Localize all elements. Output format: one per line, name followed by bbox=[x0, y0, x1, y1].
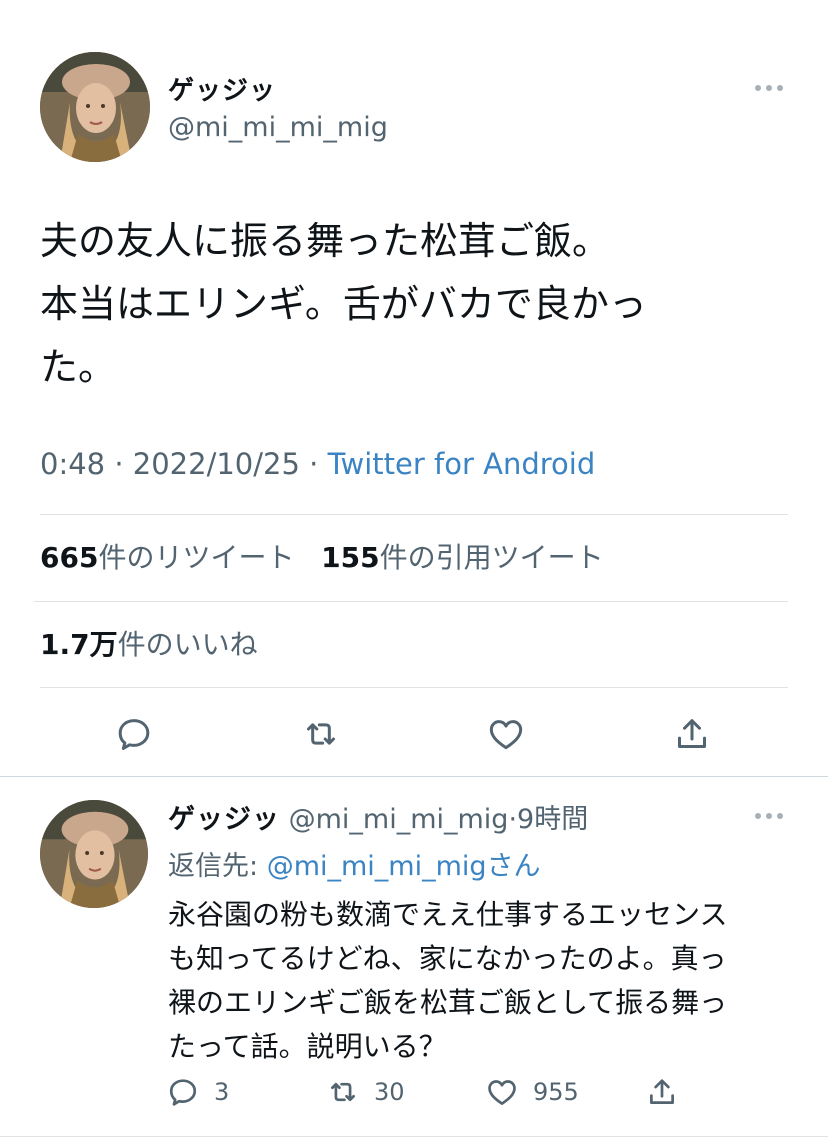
reply-avatar[interactable] bbox=[40, 800, 148, 908]
avatar[interactable] bbox=[40, 52, 150, 162]
likes-label: 件のいいね bbox=[117, 628, 258, 661]
section-divider bbox=[0, 776, 828, 777]
reply-author-name[interactable]: ゲッジッ bbox=[168, 804, 280, 835]
likes-link[interactable]: 1.7万件のいいね bbox=[40, 623, 258, 663]
divider bbox=[34, 601, 788, 602]
reply-share-button[interactable] bbox=[645, 1068, 679, 1116]
more-options-icon[interactable] bbox=[755, 811, 785, 821]
avatar-image bbox=[40, 52, 150, 162]
author-name[interactable]: ゲッジッ bbox=[168, 70, 276, 107]
tweet-client-link[interactable]: Twitter for Android bbox=[328, 447, 596, 481]
heart-icon bbox=[488, 1080, 516, 1105]
retweet-stats: 665件のリツイート 155件の引用ツイート bbox=[40, 536, 604, 576]
like-button[interactable] bbox=[480, 708, 532, 760]
reply-header: ゲッジッ @mi_mi_mi_mig·9時間 bbox=[168, 797, 588, 836]
meta-separator: · bbox=[508, 804, 518, 835]
reply-icon bbox=[118, 719, 150, 750]
reply-button[interactable] bbox=[108, 708, 160, 760]
quotes-count: 155 bbox=[321, 541, 380, 574]
retweets-label: 件のリツイート bbox=[98, 541, 295, 574]
tweet-actions bbox=[0, 708, 828, 760]
share-icon bbox=[650, 1079, 674, 1104]
meta-separator: · bbox=[114, 447, 124, 481]
reply-icon bbox=[169, 1079, 197, 1106]
share-button[interactable] bbox=[666, 708, 718, 760]
reply-to-prefix: 返信先: bbox=[168, 851, 259, 882]
reply-reply-button[interactable]: 3 bbox=[166, 1068, 229, 1116]
reply-to-handle[interactable]: @mi_mi_mi_mig bbox=[267, 851, 487, 882]
tweet-date: 2022/10/25 bbox=[132, 447, 300, 481]
meta-separator: · bbox=[309, 447, 319, 481]
avatar-image bbox=[40, 800, 148, 908]
retweets-link[interactable]: 665件のリツイート bbox=[40, 541, 294, 574]
quotes-label: 件の引用ツイート bbox=[379, 541, 604, 574]
more-options-icon[interactable] bbox=[755, 83, 785, 93]
divider bbox=[40, 687, 788, 688]
like-count: 955 bbox=[533, 1078, 579, 1106]
reply-time[interactable]: 9時間 bbox=[517, 804, 588, 835]
reply-text: 永谷園の粉も数滴でええ仕事するエッセンス も知ってるけどね、家になかったのよ。真… bbox=[168, 898, 728, 1063]
divider bbox=[0, 1136, 828, 1137]
likes-count: 1.7万 bbox=[40, 628, 118, 661]
replying-to: 返信先: @mi_mi_mi_migさん bbox=[168, 844, 541, 883]
reply-count: 3 bbox=[214, 1078, 230, 1106]
tweet-text: 夫の友人に振る舞った松茸ご飯。 本当はエリンギ。舌がバカで良かっ た。 bbox=[40, 219, 647, 389]
retweet-count: 30 bbox=[374, 1078, 405, 1106]
quotes-link[interactable]: 155件の引用ツイート bbox=[321, 541, 603, 574]
author-handle[interactable]: @mi_mi_mi_mig bbox=[168, 112, 388, 143]
divider bbox=[40, 514, 788, 515]
share-icon bbox=[678, 719, 706, 748]
reply-retweet-button[interactable]: 30 bbox=[326, 1068, 405, 1116]
reply-actions: 3 30 955 bbox=[0, 1068, 828, 1116]
reply-to-suffix: さん bbox=[486, 851, 541, 882]
retweet-button[interactable] bbox=[295, 708, 347, 760]
reply-author-handle[interactable]: @mi_mi_mi_mig bbox=[289, 804, 509, 835]
tweet-time: 0:48 bbox=[40, 447, 106, 481]
retweets-count: 665 bbox=[40, 541, 99, 574]
heart-icon bbox=[489, 720, 523, 750]
tweet-meta: 0:48 · 2022/10/25 · Twitter for Android bbox=[40, 447, 595, 481]
retweet-icon bbox=[307, 723, 335, 745]
retweet-icon bbox=[331, 1082, 355, 1102]
reply-like-button[interactable]: 955 bbox=[485, 1068, 579, 1116]
